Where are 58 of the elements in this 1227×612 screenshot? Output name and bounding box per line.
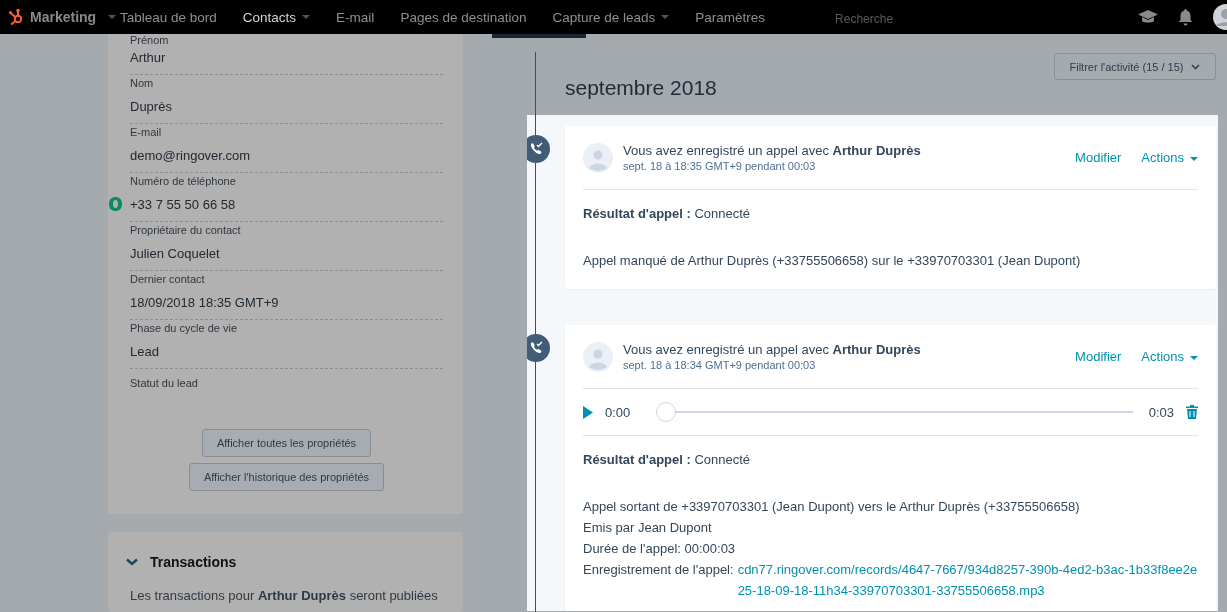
property-button[interactable]: Afficher l'historique des propriétés <box>188 463 385 491</box>
property-label: Statut du lead <box>130 377 199 391</box>
property-button[interactable]: Afficher toutes les propriétés <box>201 429 372 457</box>
sprocket-logo-icon[interactable] <box>8 8 24 26</box>
property-value: Arthur <box>130 49 166 65</box>
trash-icon[interactable] <box>1186 405 1198 419</box>
property-value: Duprès <box>130 98 172 114</box>
avatar-icon <box>583 341 613 372</box>
notification-bell-icon[interactable] <box>1178 8 1193 26</box>
play-icon[interactable] <box>583 405 593 419</box>
property-label: Nom <box>130 77 155 91</box>
actions-menu[interactable]: Actions <box>1141 150 1198 165</box>
property-label: E-mail <box>130 126 163 140</box>
call-result: Résultat d'appel : Connecté <box>583 206 752 221</box>
nav-menu-item[interactable]: Capture de leads <box>552 9 656 25</box>
property-label: Propriétaire du contact <box>130 224 242 238</box>
hub-menu[interactable]: Marketing <box>30 9 97 25</box>
graduation-cap-icon[interactable] <box>1138 10 1158 24</box>
chevron-icon[interactable] <box>126 558 138 566</box>
filter-activity-dropdown[interactable]: Filtrer l'activité (15 / 15) <box>1054 53 1216 80</box>
property-value: demo@ringover.com <box>130 147 251 163</box>
month-heading: septembre 2018 <box>565 76 718 101</box>
property-value: Julien Coquelet <box>130 245 220 261</box>
chevron-down-icon <box>1191 63 1201 70</box>
call-detail-line: Appel sortant de +33970703301 (Jean Dupont) vers le Arthur Duprès (+33755506658) <box>583 498 1080 516</box>
edit-link[interactable]: Modifier <box>1075 349 1122 364</box>
nav-menu-item[interactable]: Pages de destination <box>400 9 527 25</box>
property-value: Lead <box>130 343 159 359</box>
call-result: Résultat d'appel : Connecté <box>583 452 752 467</box>
call-detail-line: Emis par Jean Dupont <box>583 519 712 537</box>
user-avatar-icon[interactable] <box>1213 4 1227 30</box>
nav-menu-item[interactable]: Tableau de bord <box>120 9 217 25</box>
current-time: 0:00 <box>605 404 631 420</box>
activity-title: Vous avez enregistré un appel avec Arthur Duprès <box>623 143 922 158</box>
property-value: 18/09/2018 18:35 GMT+9 <box>130 294 279 310</box>
avatar-icon <box>583 142 613 173</box>
activity-title: Vous avez enregistré un appel avec Arthur Duprès <box>623 342 922 357</box>
nav-menu-item[interactable]: E-mail <box>336 9 375 25</box>
transactions-text: Les transactions pour Arthur Duprès seront publiées <box>130 588 439 603</box>
activity-timestamp: sept. 18 à 18:34 GMT+9 pendant 00:03 <box>623 359 817 371</box>
property-label: Prénom <box>130 34 170 46</box>
search-field[interactable]: Recherche <box>835 12 1036 26</box>
duration-time: 0:03 <box>1148 404 1174 420</box>
call-detail-line: Enregistrement de l'appel: <box>583 561 734 579</box>
recording-link[interactable]: cdn77.ringover.com/records/4647-7667/934d8257-390b-4ed2-b3ac-1b33f8ee2e25-18-09-18-11h34-33970703301-33755506658.mp3 <box>737 559 1198 601</box>
activity-timestamp: sept. 18 à 18:35 GMT+9 pendant 00:03 <box>623 160 817 172</box>
actions-menu[interactable]: Actions <box>1141 349 1198 364</box>
section-title[interactable]: Transactions <box>150 554 237 570</box>
call-detail-line: Durée de l'appel: 00:00:03 <box>583 540 736 558</box>
nav-menu-item[interactable]: Contacts <box>242 9 297 25</box>
property-label: Phase du cycle de vie <box>130 322 238 336</box>
edit-link[interactable]: Modifier <box>1075 150 1122 165</box>
property-value: +33 7 55 50 66 58 <box>130 196 236 212</box>
property-label: Numéro de téléphone <box>130 175 237 189</box>
nav-menu-item[interactable]: Paramètres <box>695 9 766 25</box>
property-label: Dernier contact <box>130 273 206 287</box>
call-detail-line: Appel manqué de Arthur Duprès (+33755506658) sur le +33970703301 (Jean Dupont) <box>583 252 1081 270</box>
caret-icon <box>108 15 117 19</box>
